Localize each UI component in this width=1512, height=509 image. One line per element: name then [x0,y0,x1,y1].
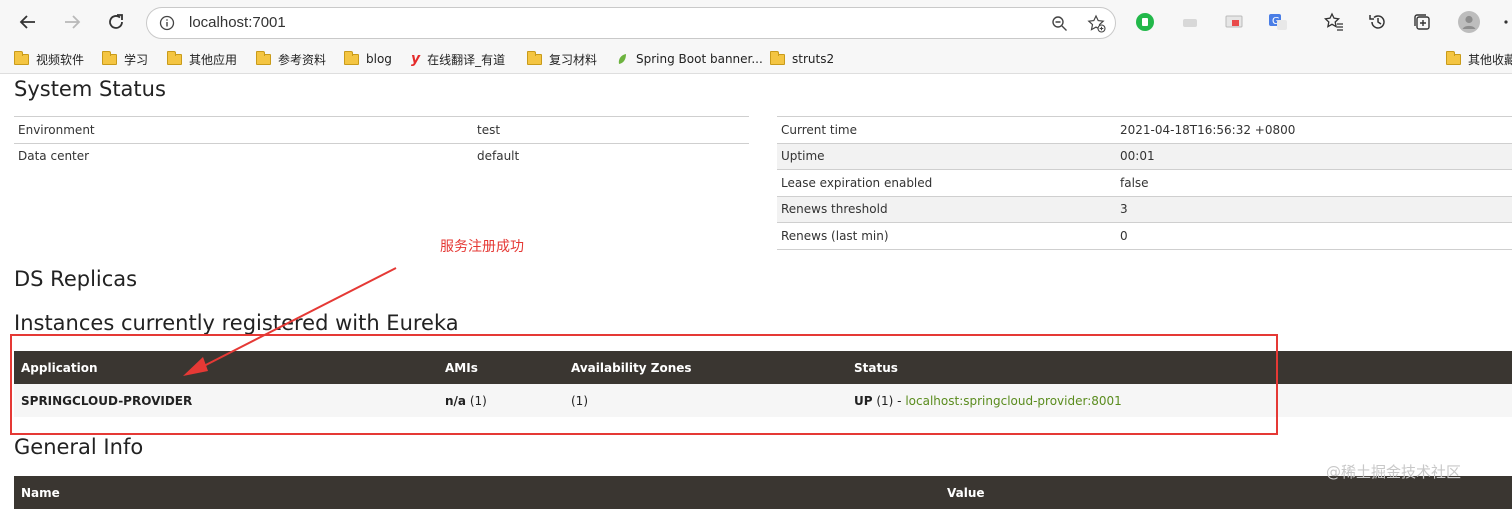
watermark: @稀土掘金技术社区 [1326,463,1462,481]
annotation-label: 服务注册成功 [440,239,524,255]
annotation-arrow [183,267,397,376]
